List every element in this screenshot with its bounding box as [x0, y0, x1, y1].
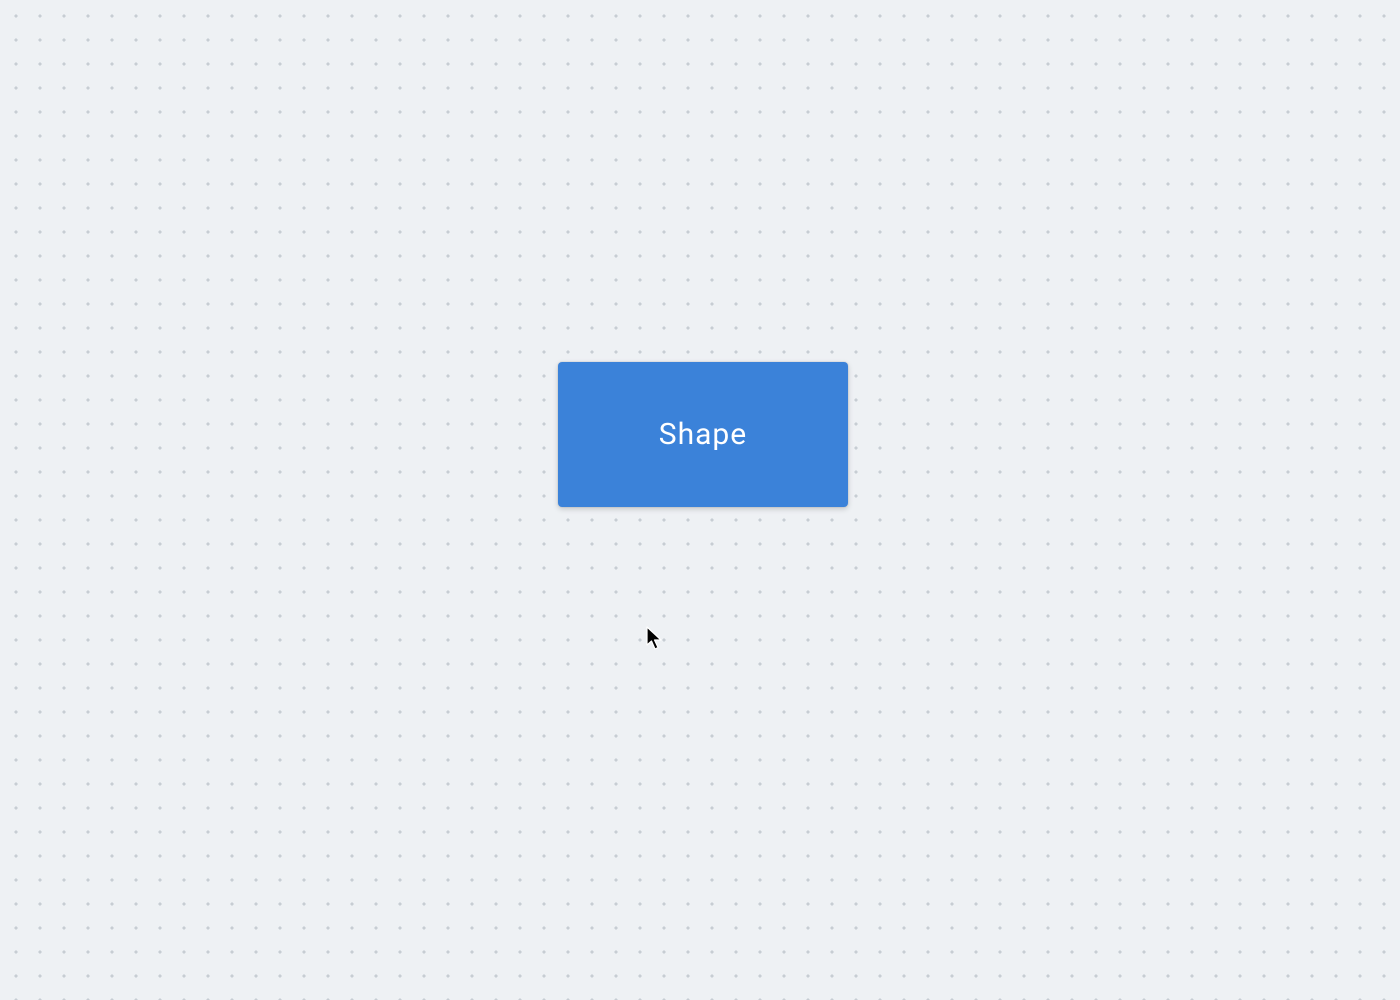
shape-node[interactable]: Shape — [558, 362, 848, 507]
cursor-icon — [646, 626, 666, 652]
diagram-canvas[interactable]: Shape — [0, 0, 1400, 1000]
shape-label: Shape — [659, 417, 747, 452]
